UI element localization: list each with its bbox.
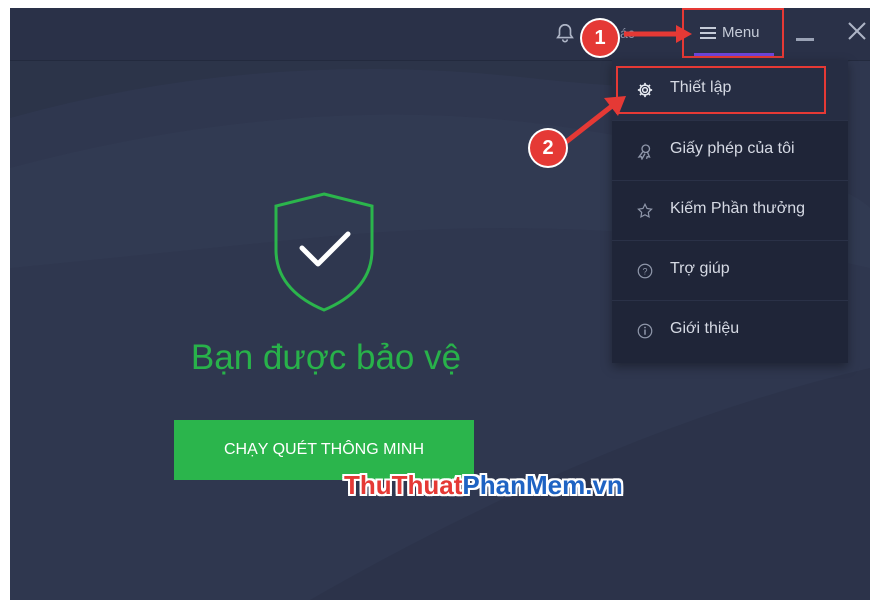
svg-text:?: ? [642, 266, 647, 276]
watermark-part: .vn [585, 470, 623, 500]
step-marker-1: 1 [582, 20, 618, 56]
watermark: ThuThuatPhanMem.vn [344, 470, 623, 501]
menu-item-about[interactable]: Giới thiệu [612, 300, 848, 360]
minimize-button[interactable] [796, 38, 814, 41]
menu-highlight-box [682, 8, 784, 58]
bell-icon[interactable] [554, 22, 576, 44]
menu-item-license[interactable]: Giấy phép của tôi [612, 120, 848, 180]
settings-highlight-box [616, 66, 826, 114]
antivirus-window: ác Menu Thiết lập [10, 8, 870, 600]
menu-item-label: Giấy phép của tôi [670, 140, 795, 157]
menu-item-label: Giới thiệu [670, 320, 740, 337]
star-icon [637, 202, 653, 219]
license-icon [637, 144, 651, 160]
arrow-icon [564, 96, 626, 144]
help-icon: ? [637, 263, 653, 279]
shield-check-icon [274, 192, 374, 312]
menu-item-label: Trợ giúp [670, 260, 730, 277]
arrow-icon [624, 25, 692, 43]
close-icon[interactable] [846, 20, 868, 42]
watermark-part: ThuThuat [344, 470, 463, 500]
menu-item-rewards[interactable]: Kiếm Phần thưởng [612, 180, 848, 240]
protection-status: Bạn được bảo vệ [190, 338, 462, 377]
watermark-part: PhanMem [462, 470, 586, 500]
step-marker-2: 2 [530, 130, 566, 166]
menu-item-help[interactable]: ? Trợ giúp [612, 240, 848, 300]
menu-item-label: Kiếm Phần thưởng [670, 200, 806, 217]
info-icon [637, 323, 653, 339]
